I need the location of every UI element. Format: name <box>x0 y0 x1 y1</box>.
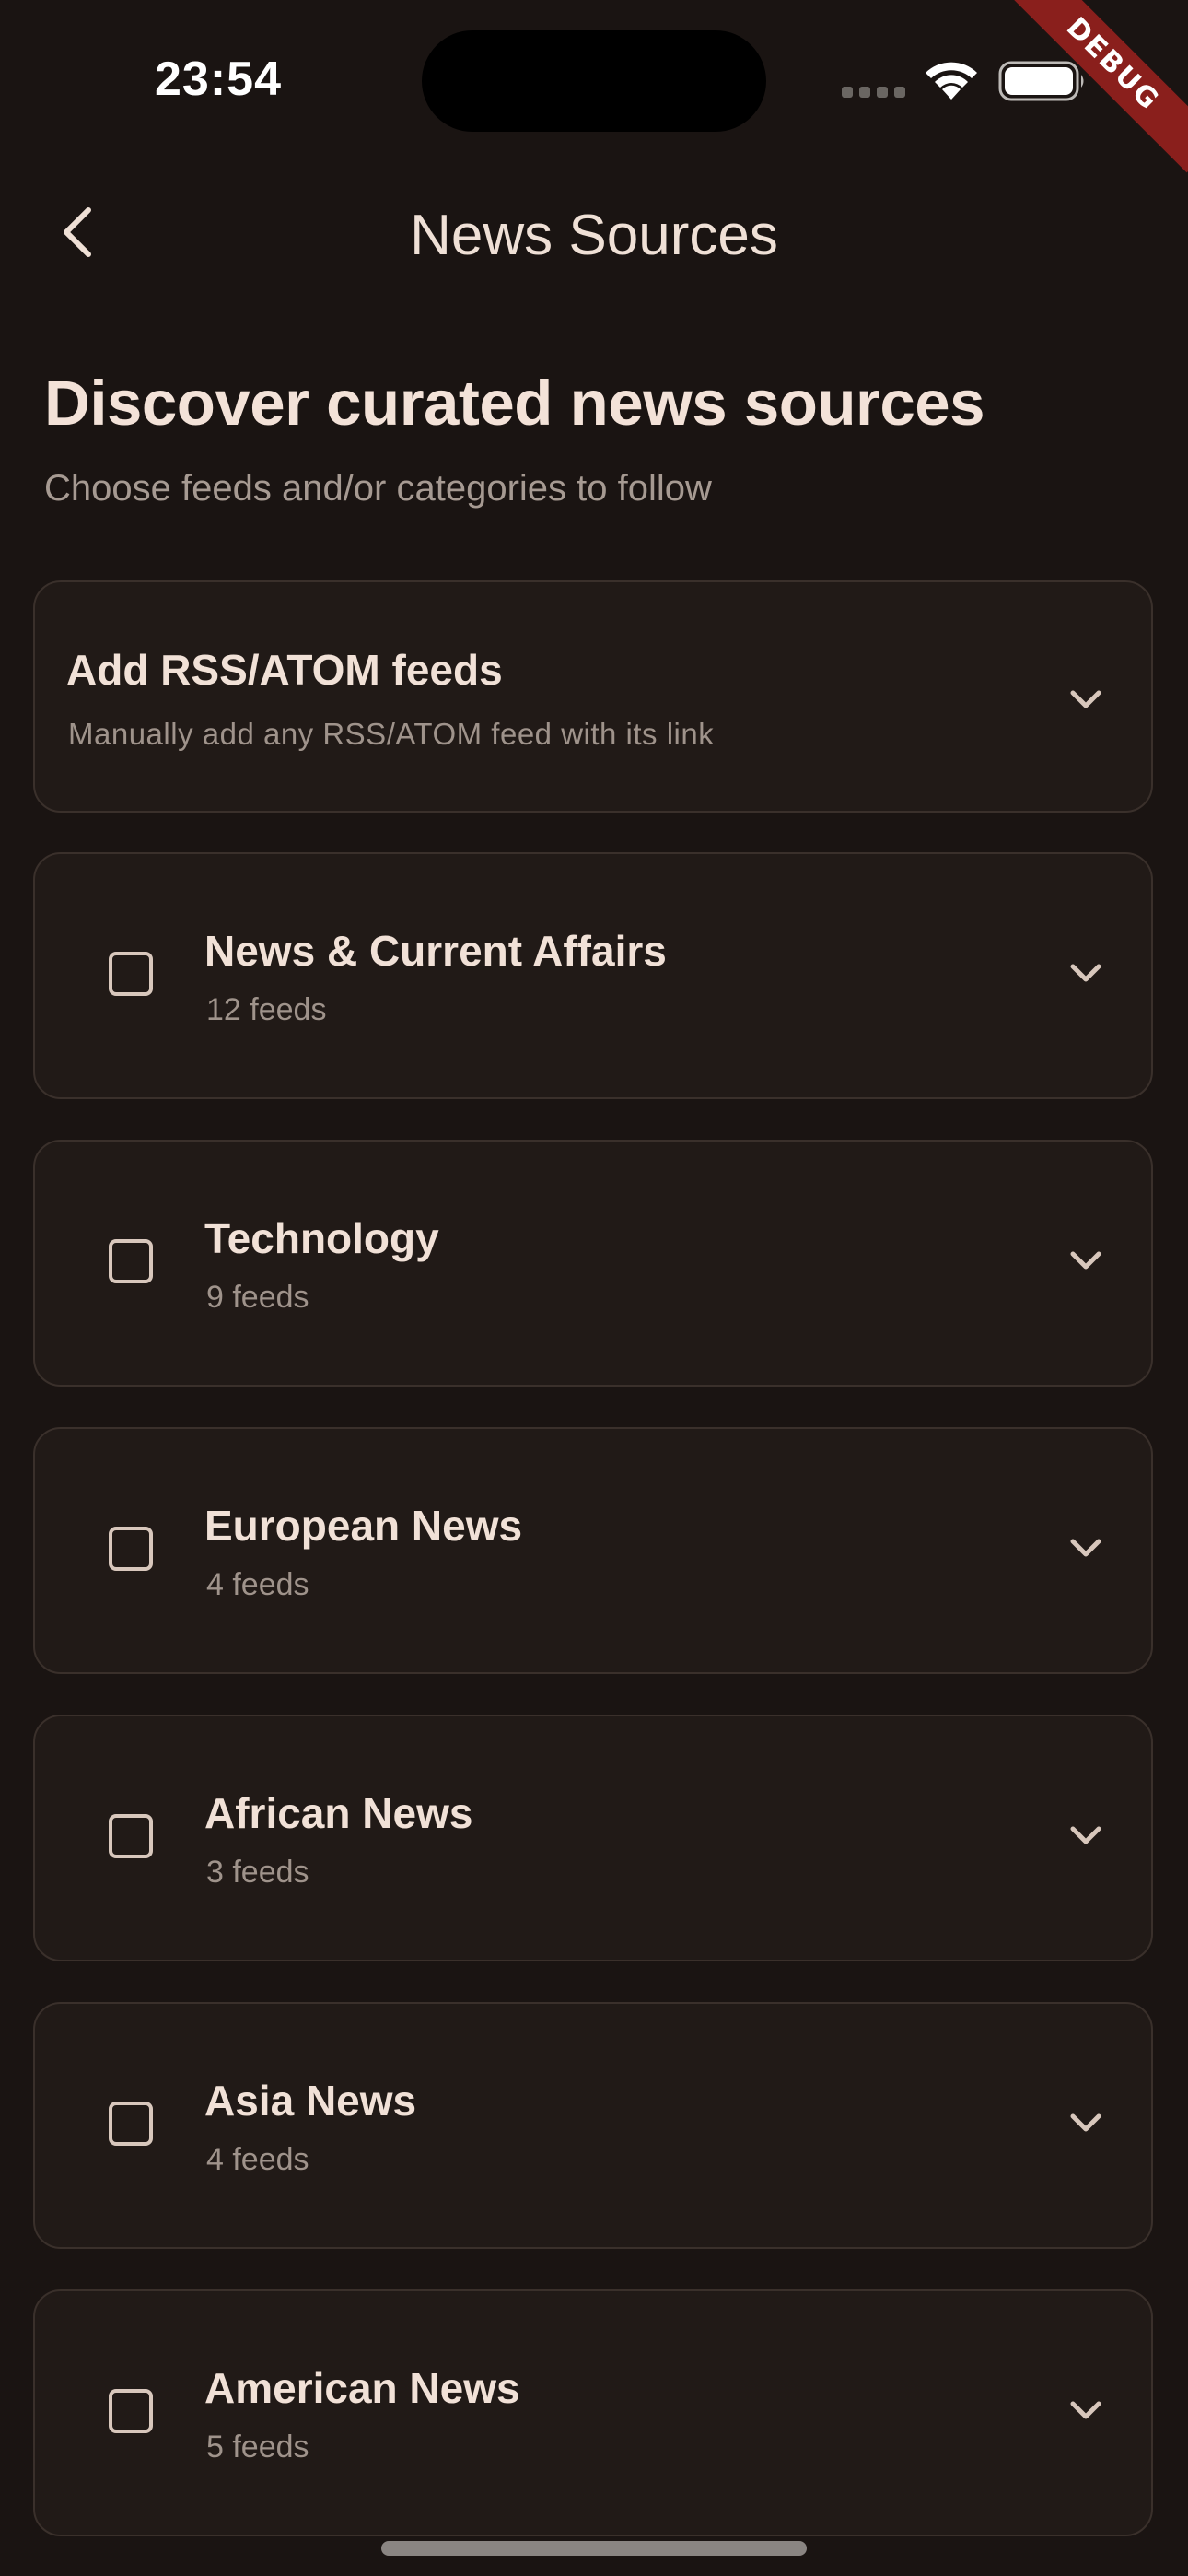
app-bar: News Sources <box>0 175 1188 304</box>
home-indicator[interactable] <box>381 2541 807 2556</box>
add-rss-title: Add RSS/ATOM feeds <box>66 646 503 694</box>
category-card-news-current-affairs[interactable]: News & Current Affairs 12 feeds <box>33 852 1153 1099</box>
chevron-down-icon[interactable] <box>1065 1527 1107 1569</box>
category-card-european-news[interactable]: European News 4 feeds <box>33 1427 1153 1674</box>
category-name: American News <box>204 2364 520 2412</box>
debug-banner: DEBUG <box>1004 0 1188 184</box>
category-checkbox[interactable] <box>109 1814 153 1858</box>
status-bar: 23:54 DEBUG <box>0 0 1188 173</box>
category-card-american-news[interactable]: American News 5 feeds <box>33 2289 1153 2536</box>
category-feed-count: 4 feeds <box>206 2142 309 2177</box>
category-name: European News <box>204 1502 523 1550</box>
category-checkbox[interactable] <box>109 2389 153 2433</box>
dynamic-island <box>422 30 766 132</box>
cellular-signal-icon <box>842 87 905 98</box>
category-name: African News <box>204 1789 473 1837</box>
add-rss-subtitle: Manually add any RSS/ATOM feed with its … <box>68 717 715 751</box>
category-card-african-news[interactable]: African News 3 feeds <box>33 1715 1153 1961</box>
category-feed-count: 4 feeds <box>206 1567 309 1602</box>
chevron-down-icon[interactable] <box>1065 1814 1107 1856</box>
section-subtitle: Choose feeds and/or categories to follow <box>44 468 712 509</box>
wifi-icon <box>921 57 982 106</box>
category-checkbox[interactable] <box>109 2102 153 2146</box>
chevron-down-icon[interactable] <box>1065 2102 1107 2144</box>
page-title: News Sources <box>410 204 778 267</box>
category-name: Asia News <box>204 2077 417 2125</box>
category-name: News & Current Affairs <box>204 927 667 975</box>
chevron-down-icon[interactable] <box>1065 1239 1107 1282</box>
add-rss-feeds-card[interactable]: Add RSS/ATOM feeds Manually add any RSS/… <box>33 580 1153 813</box>
chevron-down-icon[interactable] <box>1065 952 1107 994</box>
debug-label: DEBUG <box>1004 0 1188 173</box>
category-checkbox[interactable] <box>109 952 153 996</box>
category-checkbox[interactable] <box>109 1239 153 1283</box>
status-time: 23:54 <box>155 53 282 106</box>
section-heading: Discover curated news sources <box>44 368 984 439</box>
category-name: Technology <box>204 1214 439 1262</box>
category-checkbox[interactable] <box>109 1527 153 1571</box>
chevron-down-icon[interactable] <box>1065 678 1107 720</box>
category-feed-count: 5 feeds <box>206 2430 309 2465</box>
chevron-down-icon[interactable] <box>1065 2389 1107 2431</box>
category-card-technology[interactable]: Technology 9 feeds <box>33 1140 1153 1387</box>
category-feed-count: 9 feeds <box>206 1280 309 1315</box>
category-card-asia-news[interactable]: Asia News 4 feeds <box>33 2002 1153 2249</box>
category-feed-count: 12 feeds <box>206 992 327 1027</box>
category-feed-count: 3 feeds <box>206 1855 309 1890</box>
